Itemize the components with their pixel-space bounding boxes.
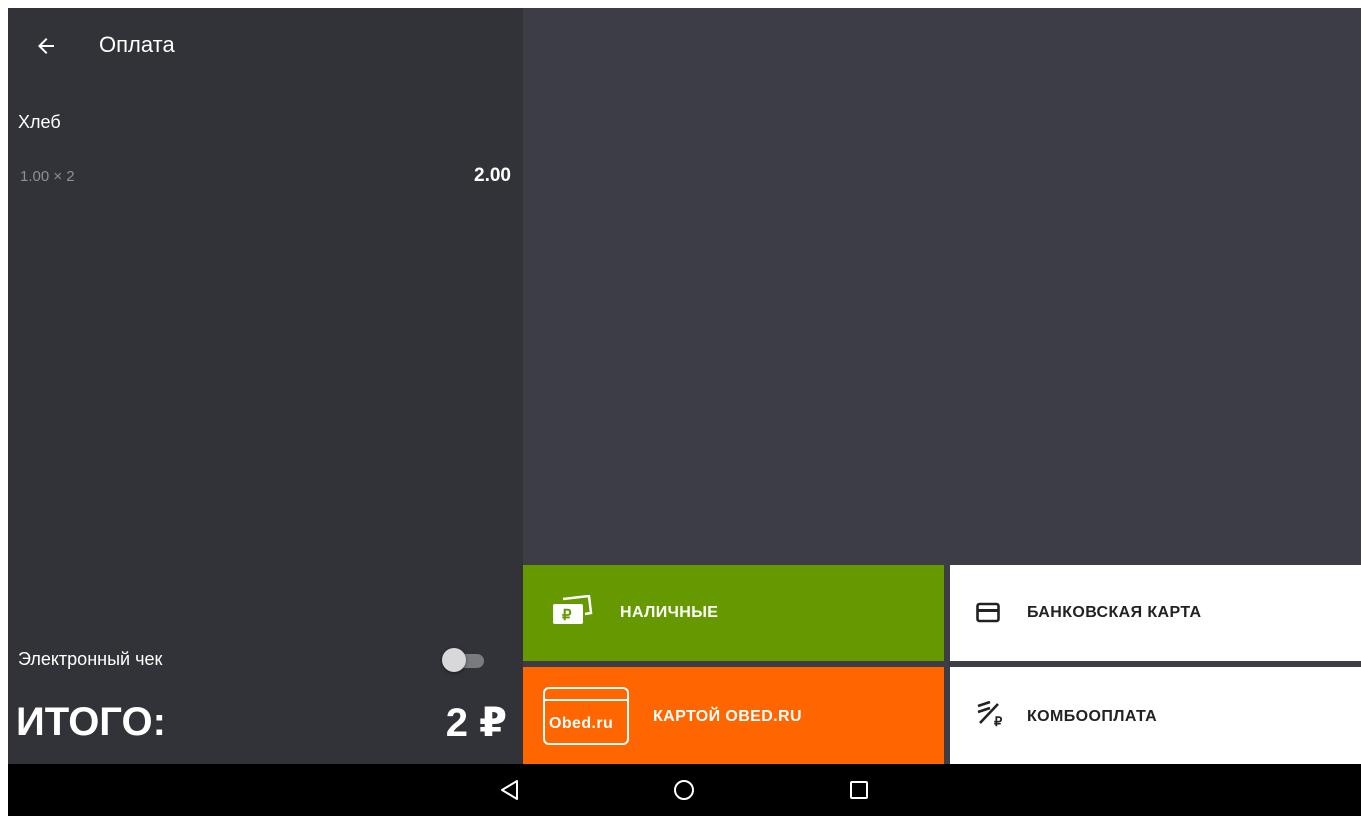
app-bar: Оплата [8, 8, 523, 80]
combo-payment-button[interactable]: ₽ КОМБООПЛАТА [950, 667, 1361, 764]
triangle-back-icon[interactable] [498, 778, 522, 807]
payment-panel: ₽ НАЛИЧНЫЕ БАНКОВСКАЯ КАРТА Obed.ru КАРТ… [523, 8, 1361, 764]
cash-icon: ₽ [551, 594, 593, 632]
bank-card-label: БАНКОВСКАЯ КАРТА [1027, 604, 1202, 621]
obed-card-icon: Obed.ru [543, 687, 629, 745]
order-item-qty: 1.00 × 2 [20, 168, 75, 185]
combo-payment-icon: ₽ [976, 700, 1010, 732]
obed-card-label: КАРТОЙ OBED.RU [653, 708, 802, 725]
obed-card-payment-button[interactable]: Obed.ru КАРТОЙ OBED.RU [523, 667, 944, 764]
system-navigation-bar [8, 764, 1361, 816]
arrow-left-icon [38, 38, 54, 54]
order-item-name: Хлеб [18, 112, 61, 132]
square-recent-icon[interactable] [847, 778, 871, 807]
credit-card-icon [976, 602, 1000, 629]
bank-card-payment-button[interactable]: БАНКОВСКАЯ КАРТА [950, 565, 1361, 661]
obed-logo: Obed.ru [543, 687, 629, 745]
back-button[interactable] [26, 26, 66, 66]
combo-label: КОМБООПЛАТА [1027, 708, 1158, 725]
page-title: Оплата [99, 32, 175, 57]
svg-text:₽: ₽ [994, 714, 1003, 727]
order-item-sum: 2.00 [474, 165, 511, 186]
echeck-label: Электронный чек [18, 649, 163, 669]
circle-home-icon[interactable] [672, 778, 696, 807]
pos-screen: Оплата Хлеб 1.00 × 2 2.00 Электронный че… [8, 8, 1361, 816]
cash-label: НАЛИЧНЫЕ [620, 604, 719, 621]
total-label: ИТОГО: [16, 700, 166, 744]
echeck-toggle[interactable] [440, 646, 490, 674]
cash-payment-button[interactable]: ₽ НАЛИЧНЫЕ [523, 565, 944, 661]
svg-text:₽: ₽ [562, 607, 572, 624]
toggle-thumb [442, 648, 466, 672]
order-panel: Оплата Хлеб 1.00 × 2 2.00 Электронный че… [8, 8, 523, 764]
total-value: 2 ₽ [445, 701, 507, 745]
